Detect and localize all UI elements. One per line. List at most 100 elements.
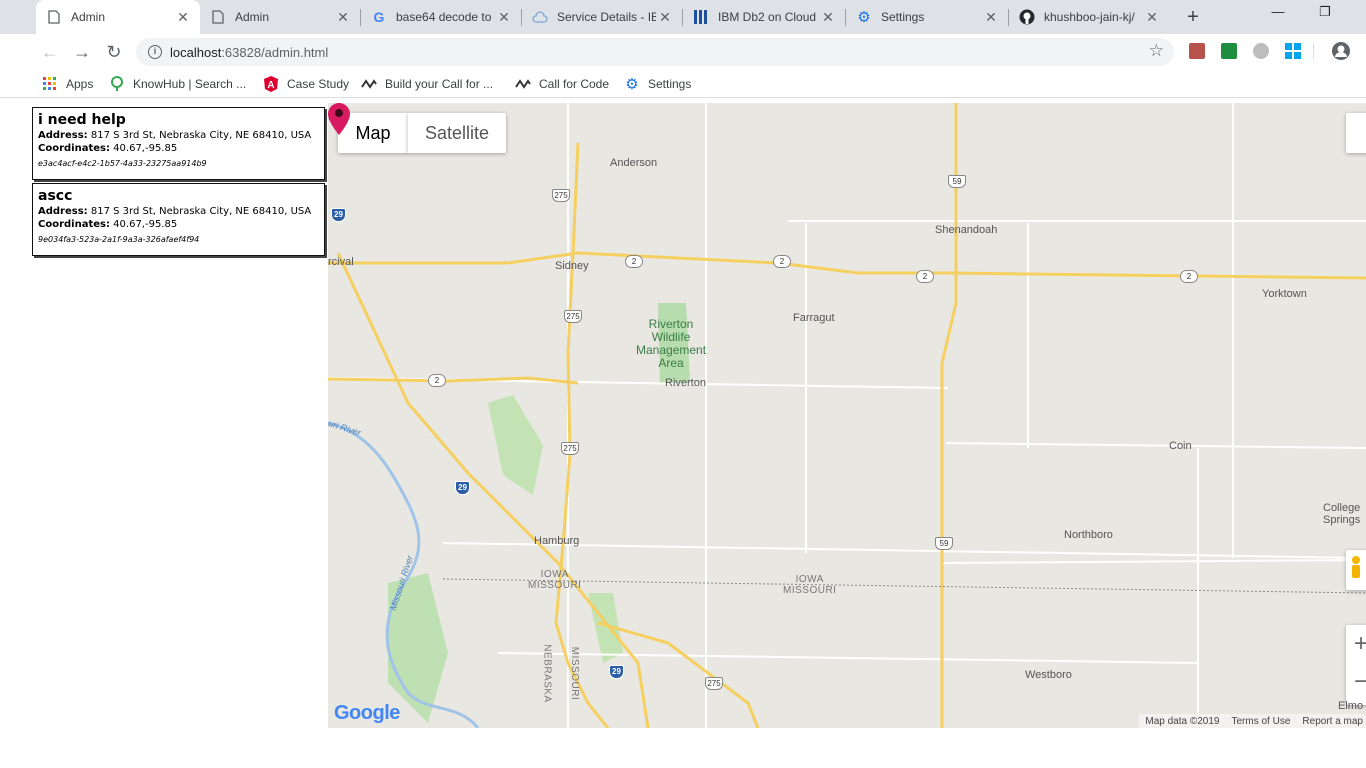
tab-github[interactable]: khushboo-jain-kj/ ✕	[1009, 0, 1169, 34]
info-icon[interactable]: i	[148, 45, 162, 59]
bookmark-label: Apps	[66, 77, 94, 91]
state-name: IOWA	[795, 574, 824, 585]
fullscreen-button[interactable]	[1346, 113, 1366, 153]
toolbar-divider	[1313, 43, 1314, 59]
reload-button[interactable]: ↻	[104, 42, 124, 62]
address-bar[interactable]: i localhost:63828/admin.html ☆	[136, 38, 1174, 66]
close-icon[interactable]: ✕	[656, 9, 674, 26]
github-icon	[1019, 9, 1035, 25]
sheets-extension-icon[interactable]	[1221, 43, 1237, 59]
route-2-shield: 2	[1180, 270, 1198, 283]
bookmark-build-call[interactable]: Build your Call for ...	[361, 76, 493, 92]
bookmark-label: Call for Code	[539, 77, 610, 91]
park-line: Riverton	[648, 317, 694, 331]
request-coordinates: Coordinates: 40.67,-95.85	[38, 218, 319, 231]
tab-title: IBM Db2 on Cloud	[718, 10, 817, 24]
address-value: 817 S 3rd St, Nebraska City, NE 68410, U…	[90, 206, 312, 217]
pdf-extension-icon[interactable]	[1189, 43, 1205, 59]
interstate-29-shield: 29	[331, 208, 346, 222]
place-label: rcival	[328, 256, 354, 268]
tab-title: Admin	[71, 10, 106, 24]
bookmark-apps[interactable]: Apps	[42, 76, 93, 92]
tab-title: khushboo-jain-kj/	[1044, 10, 1135, 24]
place-label: Yorktown	[1262, 288, 1307, 300]
state-label: IOWA MISSOURI	[783, 574, 836, 596]
route-2-shield: 2	[625, 255, 643, 268]
close-icon[interactable]: ✕	[334, 9, 352, 26]
coordinates-value: 40.67,-95.85	[113, 143, 178, 154]
new-tab-button[interactable]: +	[1183, 6, 1203, 29]
request-card[interactable]: ascc Address: 817 S 3rd St, Nebraska Cit…	[32, 183, 325, 256]
page-content: i need help Address: 817 S 3rd St, Nebra…	[28, 103, 1366, 728]
request-id: e3ac4acf-e4c2-1b57-4a33-23275aa914b9	[38, 159, 207, 168]
coordinates-label: Coordinates:	[38, 143, 110, 154]
state-label: NEBRASKA	[541, 644, 553, 703]
tab-strip: Admin ✕ Admin ✕ G base64 decode to ✕ Ser…	[0, 0, 1366, 34]
zoom-out-button[interactable]: −	[1346, 663, 1366, 701]
profile-avatar-icon[interactable]	[1331, 41, 1351, 61]
forward-button[interactable]: →	[72, 42, 92, 62]
browser-toolbar: ← → ↻ i localhost:63828/admin.html ☆	[0, 34, 1366, 70]
bookmark-knowhub[interactable]: KnowHub | Search ...	[109, 76, 246, 92]
tab-title: Admin	[235, 10, 270, 24]
back-button[interactable]: ←	[40, 42, 60, 62]
bookmark-settings[interactable]: ⚙ Settings	[624, 76, 691, 93]
url-rest: :63828/admin.html	[221, 45, 329, 60]
url-host: localhost	[170, 45, 222, 60]
state-name: MISSOURI	[783, 585, 837, 596]
close-icon[interactable]: ✕	[174, 9, 192, 26]
bookmark-case-study[interactable]: A Case Study	[263, 76, 349, 92]
request-list: i need help Address: 817 S 3rd St, Nebra…	[28, 103, 328, 728]
knowhub-icon	[109, 76, 125, 92]
route-2-shield: 2	[916, 270, 934, 283]
address-value: 817 S 3rd St, Nebraska City, NE 68410, U…	[90, 130, 312, 141]
close-icon[interactable]: ✕	[495, 9, 513, 26]
tab-admin-active[interactable]: Admin ✕	[36, 0, 200, 34]
us-275-shield: 275	[564, 310, 582, 323]
state-label: IOWA MISSOURI	[528, 569, 581, 591]
route-2-shield: 2	[428, 374, 446, 387]
gear-icon: ⚙	[857, 9, 871, 26]
pegman-icon[interactable]	[1346, 550, 1366, 590]
location-pin-icon[interactable]	[328, 103, 350, 135]
map-type-satellite-button[interactable]: Satellite	[408, 113, 506, 153]
us-59-shield: 59	[948, 175, 966, 188]
bookmark-call-for-code[interactable]: Call for Code	[515, 76, 609, 92]
park-line: Management	[636, 343, 707, 357]
close-icon[interactable]: ✕	[982, 9, 1000, 26]
map-data-text: Map data ©2019	[1145, 715, 1220, 727]
minimize-button[interactable]: —	[1263, 4, 1293, 19]
terms-of-use-link[interactable]: Terms of Use	[1232, 716, 1291, 727]
zoom-in-button[interactable]: +	[1346, 625, 1366, 663]
college-springs-line1: College	[1323, 502, 1361, 514]
call-for-code-icon	[361, 76, 377, 92]
state-name: IOWA	[540, 569, 569, 580]
request-card[interactable]: i need help Address: 817 S 3rd St, Nebra…	[32, 107, 325, 180]
restore-button[interactable]: ❐	[1310, 4, 1340, 20]
windows-extension-icon[interactable]	[1285, 43, 1301, 59]
page-icon	[210, 9, 226, 25]
tab-title: Settings	[881, 10, 925, 24]
tab-settings[interactable]: ⚙ Settings ✕	[846, 0, 1008, 34]
bookmark-label: KnowHub | Search ...	[133, 77, 247, 91]
close-icon[interactable]: ✕	[819, 9, 837, 26]
close-icon[interactable]: ✕	[1143, 9, 1161, 26]
place-label: Hamburg	[534, 535, 580, 547]
tab-service-details[interactable]: Service Details - IB ✕	[522, 0, 682, 34]
tab-admin[interactable]: Admin ✕	[200, 0, 360, 34]
report-map-link[interactable]: Report a map	[1302, 716, 1363, 727]
request-coordinates: Coordinates: 40.67,-95.85	[38, 142, 319, 155]
map-canvas[interactable]: Map Satellite + − Anderson Shenandoah Si…	[328, 103, 1366, 728]
map-attribution: Map data ©2019 Terms of Use Report a map	[1139, 714, 1366, 728]
circle-extension-icon[interactable]	[1253, 43, 1269, 59]
place-label: Sidney	[555, 260, 589, 272]
map-roads-layer	[328, 103, 1366, 728]
tab-title: Service Details - IB	[557, 10, 656, 24]
tab-db2[interactable]: IBM Db2 on Cloud ✕	[683, 0, 845, 34]
bookmark-star-icon[interactable]: ☆	[1149, 41, 1164, 61]
call-for-code-icon	[515, 76, 531, 92]
url-text: localhost:63828/admin.html	[170, 45, 328, 60]
college-springs-line2: Springs	[1323, 514, 1361, 526]
tab-base64[interactable]: G base64 decode to ✕	[361, 0, 521, 34]
place-label: Shenandoah	[935, 224, 998, 236]
